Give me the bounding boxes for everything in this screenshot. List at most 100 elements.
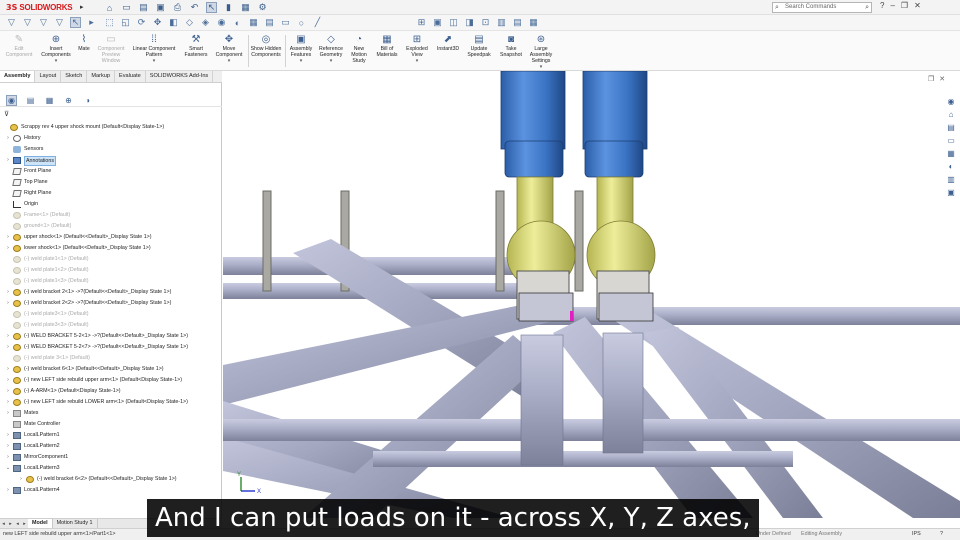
take-snapshot-button[interactable]: ◙ Take Snapshot <box>496 34 526 58</box>
scroll-left-icon[interactable]: ◂ <box>0 521 7 527</box>
tab-assembly[interactable]: Assembly <box>0 71 36 82</box>
rebuild-icon[interactable]: ▮ <box>223 2 234 13</box>
search-commands-input[interactable]: ⌕ Search Commands ⌕ <box>772 2 872 13</box>
tab-sketch[interactable]: Sketch <box>61 71 88 82</box>
filter-icon[interactable]: ▽ <box>6 17 17 28</box>
linear-pattern-button[interactable]: ⁞⁞ Linear Component Pattern ▾ <box>129 34 179 64</box>
update-speedpak-button[interactable]: ▤ Update Speedpak <box>464 34 494 58</box>
tree-node[interactable]: › (-) weld bracket 6<1> (Default<<Default… <box>0 364 222 375</box>
tree-node[interactable]: Frame<1> (Default) <box>0 210 222 221</box>
tree-node[interactable]: Mate Controller <box>0 419 222 430</box>
move-component-button[interactable]: ✥ Move Component ▾ <box>212 34 246 64</box>
tree-expand-icon[interactable]: › <box>5 331 11 342</box>
select-filter-icon[interactable]: ↖ <box>70 17 81 28</box>
tree-node[interactable]: Right Plane <box>0 188 222 199</box>
new-document-icon[interactable]: ▭ <box>121 2 132 13</box>
graphics-area[interactable]: Y X <box>223 71 960 518</box>
appearances-icon[interactable]: ◐ <box>946 161 957 172</box>
tab-evaluate[interactable]: Evaluate <box>115 71 146 82</box>
bill-of-materials-button[interactable]: ▦ Bill of Materials <box>373 34 401 58</box>
tree-expand-icon[interactable]: › <box>5 386 11 397</box>
dropdown-arrow-icon[interactable]: ▾ <box>55 58 58 64</box>
mate-button[interactable]: ⌇ Mate <box>75 34 93 52</box>
restore-icon[interactable]: ❐ <box>901 1 908 10</box>
display-style-icon[interactable]: ◈ <box>200 17 211 28</box>
tree-expand-icon[interactable]: › <box>5 342 11 353</box>
solidworks-resources-icon[interactable]: ◉ <box>946 96 957 107</box>
statistics-icon[interactable]: ▥ <box>496 17 507 28</box>
mass-properties-icon[interactable]: ▣ <box>432 17 443 28</box>
tree-node[interactable]: › (-) A-ARM<1> (Default<Display State-1>) <box>0 386 222 397</box>
reference-geometry-button[interactable]: ◇ Reference Geometry ▾ <box>316 34 346 64</box>
custom-properties-icon[interactable]: ▥ <box>946 174 957 185</box>
assembly-features-button[interactable]: ▣ Assembly Features ▾ <box>286 34 316 64</box>
tree-expand-icon[interactable]: › <box>5 430 11 441</box>
tree-expand-icon[interactable]: › <box>5 485 11 496</box>
filter-faces-icon[interactable]: ▽ <box>38 17 49 28</box>
scroll-right-icon[interactable]: ▸ <box>7 521 14 527</box>
zoom-fit-icon[interactable]: ⬚ <box>104 17 115 28</box>
hide-show-icon[interactable]: ◉ <box>216 17 227 28</box>
tree-node[interactable]: › Mates <box>0 408 222 419</box>
close-icon[interactable]: ✕ <box>914 1 921 10</box>
tree-node[interactable]: › (-) weld bracket 2<1> ->?(Default<<Defa… <box>0 287 222 298</box>
undo-icon[interactable]: ↶ <box>189 2 200 13</box>
view-settings-icon[interactable]: ▤ <box>264 17 275 28</box>
new-motion-study-button[interactable]: ◔ New Motion Study <box>346 34 372 64</box>
forum-icon[interactable]: ▣ <box>946 187 957 198</box>
smart-fasteners-button[interactable]: ⚒ Smart Fasteners <box>181 34 211 58</box>
viewport-restore-icon[interactable]: ❐ <box>928 75 934 83</box>
tree-node[interactable]: ground<1> (Default) <box>0 221 222 232</box>
file-explorer-icon[interactable]: ▭ <box>946 135 957 146</box>
solidworks-logo[interactable]: 3S SOLIDWORKS <box>6 1 73 14</box>
dropdown-arrow-icon[interactable]: ▾ <box>330 58 333 64</box>
tree-node[interactable]: › (-) new LEFT side rebuild LOWER arm<1> … <box>0 397 222 408</box>
feature-tree-icon[interactable]: ◉ <box>6 95 17 106</box>
tree-node[interactable]: Top Plane <box>0 177 222 188</box>
tree-expand-icon[interactable]: › <box>5 243 11 254</box>
large-assembly-settings-button[interactable]: ⊛ Large Assembly Settings ▾ <box>526 34 556 70</box>
file-properties-icon[interactable]: ▦ <box>240 2 251 13</box>
view-palette-icon[interactable]: ▦ <box>946 148 957 159</box>
menu-expand-icon[interactable]: ▸ <box>80 3 88 12</box>
pan-icon[interactable]: ✥ <box>152 17 163 28</box>
show-hidden-components-button[interactable]: ◎ Show Hidden Components <box>250 34 282 58</box>
tree-expand-icon[interactable]: › <box>5 364 11 375</box>
tree-node[interactable]: › (-) new LEFT side rebuild upper arm<1> … <box>0 375 222 386</box>
dropdown-arrow-icon[interactable]: ▾ <box>228 58 231 64</box>
tree-node[interactable]: › MirrorComponent1 <box>0 452 222 463</box>
circle-sketch-icon[interactable]: ○ <box>296 17 307 28</box>
scroll-last-icon[interactable]: ▸ <box>21 521 28 527</box>
clearance-icon[interactable]: ◨ <box>464 17 475 28</box>
check-icon[interactable]: ▤ <box>512 17 523 28</box>
section-view-icon[interactable]: ◧ <box>168 17 179 28</box>
appearance-icon[interactable]: ◐ <box>232 17 243 28</box>
tree-node[interactable]: › Annotations <box>0 155 222 166</box>
tree-node[interactable]: (-) weld plate3<1> (Default) <box>0 309 222 320</box>
rotate-icon[interactable]: ⟳ <box>136 17 147 28</box>
dropdown-arrow-icon[interactable]: ▾ <box>153 58 156 64</box>
tree-node[interactable]: › LocalLPattern2 <box>0 441 222 452</box>
filter-edges-icon[interactable]: ▽ <box>22 17 33 28</box>
home-pane-icon[interactable]: ⌂ <box>946 109 957 120</box>
configuration-manager-icon[interactable]: ▦ <box>44 96 55 105</box>
tree-node[interactable]: Origin <box>0 199 222 210</box>
component-preview-button[interactable]: ▭ Component Preview Window <box>94 34 128 64</box>
tree-node[interactable]: Scrappy rev 4 upper shock mount (Default… <box>0 122 222 133</box>
tree-node[interactable]: › (-) WELD BRACKET 5-2<7> ->?(Default<<De… <box>0 342 222 353</box>
tree-node[interactable]: (-) weld plate3<3> (Default) <box>0 320 222 331</box>
dimxpert-icon[interactable]: ⊕ <box>63 96 74 105</box>
line-sketch-icon[interactable]: ╱ <box>312 17 323 28</box>
tab-solidworks-addins[interactable]: SOLIDWORKS Add-Ins <box>146 71 214 82</box>
print-icon[interactable]: ⎙ <box>172 2 183 13</box>
tab-layout[interactable]: Layout <box>35 71 62 82</box>
measure-icon[interactable]: ⊞ <box>416 17 427 28</box>
view-orientation-icon[interactable]: ◇ <box>184 17 195 28</box>
tree-node[interactable]: (-) weld plate 3<1> (Default) <box>0 353 222 364</box>
tree-node[interactable]: › (-) WELD BRACKET 5-2<1> ->?(Default<<De… <box>0 331 222 342</box>
tree-expand-icon[interactable]: › <box>5 397 11 408</box>
tab-model[interactable]: Model <box>28 519 53 528</box>
tree-node[interactable]: › LocalLPattern1 <box>0 430 222 441</box>
property-manager-icon[interactable]: ▤ <box>25 96 36 105</box>
tree-expand-icon[interactable]: › <box>5 408 11 419</box>
